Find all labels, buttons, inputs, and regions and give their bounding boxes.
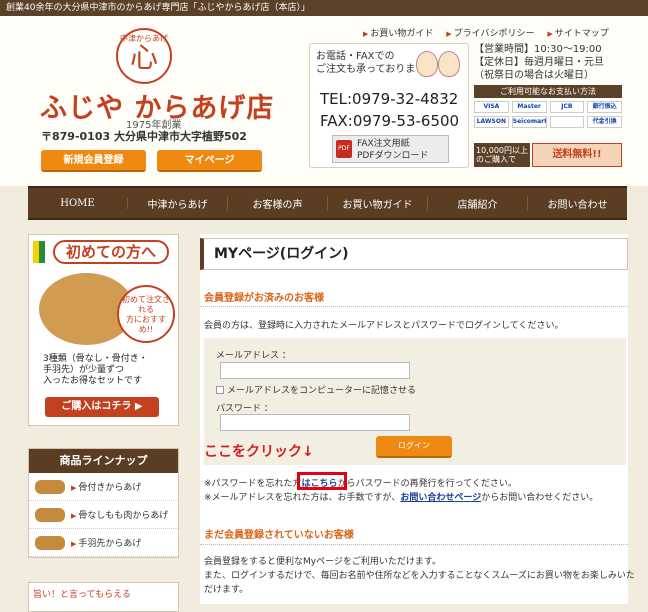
- fax-pdf-download-button[interactable]: PDF FAX注文用紙 PDFダウンロード: [332, 135, 449, 163]
- login-intro: 会員の方は、登録時に入力されたメールアドレスとパスワードでログインしてください。: [204, 321, 564, 331]
- banner-title: 初めての方へ: [53, 240, 169, 264]
- lineup-item-boneless[interactable]: 骨なしもも肉からあげ: [29, 501, 178, 529]
- top-bar-text: 創業40余年の大分県中津市のからあげ専門店「ふじやからあげ店（本店）」: [6, 3, 310, 13]
- lineup-label: 手羽先からあげ: [71, 536, 141, 549]
- payment-seicomart: Seicomart: [511, 116, 547, 128]
- promo-banner[interactable]: 旨い！と言ってもらえる: [28, 582, 179, 612]
- nav-guide[interactable]: お買い物ガイド: [328, 195, 428, 211]
- fax-number: FAX:0979-53-6500: [320, 112, 460, 130]
- payment-master: Master: [511, 101, 547, 113]
- nav-store[interactable]: 店舗紹介: [428, 195, 528, 211]
- banner-recommend: 初めて注文される 方におすすめ!!: [117, 285, 175, 343]
- register-button[interactable]: 新規会員登録: [41, 150, 146, 172]
- nav-home[interactable]: HOME: [28, 197, 128, 209]
- banner-description: 3種類（骨なし・骨付き・ 手羽先）が少量ずつ 入ったお得なセットです: [43, 354, 148, 386]
- banner-buy-button[interactable]: ご購入はコチラ ▶: [45, 397, 159, 417]
- sidebar: 初めての方へ 初めて注文される 方におすすめ!! 3種類（骨なし・骨付き・ 手羽…: [28, 234, 179, 612]
- divider: [200, 306, 628, 307]
- remember-email-label: メールアドレスをコンピューターに記憶させる: [227, 386, 417, 396]
- first-time-banner[interactable]: 初めての方へ 初めて注文される 方におすすめ!! 3種類（骨なし・骨付き・ 手羽…: [28, 234, 179, 426]
- mail-post: からお問い合わせください。: [481, 493, 599, 503]
- payment-lawson: LAWSON: [474, 116, 509, 128]
- beginner-mark-icon: [33, 241, 45, 263]
- payment-header: ご利用可能なお支払い方法: [474, 85, 622, 98]
- main-content: MYページ(ログイン) 会員登録がお済みのお客様 会員の方は、登録時に入力された…: [200, 234, 635, 604]
- top-link-guide[interactable]: お買い物ガイド: [363, 26, 433, 39]
- signup-text-2: また、ログインするだけで、毎回お名前や住所などを入力することなくスムーズにお買い…: [204, 571, 635, 581]
- store-address: 〒879-0103 大分県中津市大字植野502: [41, 130, 247, 143]
- logo-emblem[interactable]: 中津からあげ 心: [116, 28, 172, 84]
- nav-karaage[interactable]: 中津からあげ: [128, 195, 228, 211]
- karaage-thumb-icon: [35, 507, 65, 522]
- mypage-button[interactable]: マイページ: [157, 150, 262, 172]
- free-shipping-banner: 10,000円以上 のご購入で 送料無料!!: [474, 143, 622, 167]
- forgot-email-note: ※メールアドレスを忘れた方は、お手数ですが、お問い合わせページからお問い合わせく…: [204, 490, 598, 503]
- nav-voices[interactable]: お客様の声: [228, 195, 328, 211]
- password-input[interactable]: [220, 414, 410, 431]
- pdf-icon: PDF: [336, 140, 352, 158]
- payment-cod: 代金引換: [587, 116, 622, 128]
- payment-methods: VISA Master JCB 銀行振込 LAWSON Seicomart 代金…: [474, 101, 622, 128]
- shipping-free: 送料無料!!: [532, 143, 622, 167]
- payment-visa: VISA: [474, 101, 509, 113]
- karaage-thumb-icon: [35, 479, 65, 494]
- payment-bank: 銀行振込: [587, 101, 622, 113]
- top-links: お買い物ガイド プライバシポリシー サイトマップ: [363, 26, 619, 39]
- payment-jcb: JCB: [549, 101, 585, 113]
- signup-text-1: 会員登録をすると便利なMyページをご利用いただけます。: [204, 557, 442, 567]
- lineup-item-bone-in[interactable]: 骨付きからあげ: [29, 473, 178, 501]
- lineup-item-wings[interactable]: 手羽先からあげ: [29, 529, 178, 557]
- banner-buy-label: ご購入はコチラ: [61, 401, 132, 412]
- top-bar: 創業40余年の大分県中津市のからあげ専門店「ふじやからあげ店（本店）」: [0, 0, 648, 16]
- click-here-callout: ここをクリック↓: [204, 444, 314, 460]
- fax-pdf-label: FAX注文用紙 PDFダウンロード: [357, 139, 429, 161]
- contact-box: お電話・FAXでの ご注文も承っております。 TEL:0979-32-4832 …: [309, 43, 469, 168]
- signup-text-3: だけます。: [204, 585, 249, 595]
- remember-email-checkbox[interactable]: メールアドレスをコンピューターに記憶させる: [216, 383, 416, 396]
- shipping-threshold: 10,000円以上 のご購入で: [474, 143, 530, 167]
- product-lineup: 商品ラインナップ 骨付きからあげ 骨なしもも肉からあげ 手羽先からあげ: [28, 448, 179, 558]
- business-hours: 【営業時間】10:30～19:00: [474, 44, 602, 55]
- checkbox-icon[interactable]: [216, 385, 224, 394]
- mascot-icon: [414, 49, 462, 83]
- contact-page-link[interactable]: お問い合わせページ: [400, 493, 481, 503]
- nav-contact[interactable]: お問い合わせ: [528, 196, 627, 211]
- email-input[interactable]: [220, 362, 410, 379]
- email-label: メールアドレス ：: [216, 351, 291, 361]
- highlight-box: [297, 472, 347, 490]
- holiday: 【定休日】毎週月曜日・元旦: [474, 57, 604, 68]
- password-label: パスワード ：: [216, 404, 273, 414]
- page-title: MYページ(ログイン): [200, 238, 628, 270]
- karaage-thumb-icon: [35, 535, 65, 550]
- top-link-sitemap[interactable]: サイトマップ: [547, 26, 609, 39]
- logo-kanji: 心: [129, 41, 158, 74]
- section-new-heading: まだ会員登録されていないお客様: [204, 530, 354, 541]
- login-button[interactable]: ログイン: [376, 436, 452, 458]
- forgot-post: からパスワードの再発行を行ってください。: [337, 479, 517, 489]
- promo-text: 旨い！と言ってもらえる: [33, 590, 131, 600]
- top-link-privacy[interactable]: プライバシポリシー: [446, 26, 535, 39]
- forgot-password-note: ※パスワードを忘れた方はこちらからパスワードの再発行を行ってください。: [204, 476, 517, 489]
- lineup-label: 骨なしもも肉からあげ: [71, 508, 168, 521]
- section-members-heading: 会員登録がお済みのお客様: [204, 293, 324, 304]
- mail-pre: ※メールアドレスを忘れた方は、お手数ですが、: [204, 493, 401, 503]
- divider: [200, 544, 628, 545]
- lineup-label: 骨付きからあげ: [71, 480, 141, 493]
- tel-number: TEL:0979-32-4832: [320, 90, 459, 108]
- forgot-pre: ※パスワードを忘れた方: [204, 479, 302, 489]
- lineup-title: 商品ラインナップ: [29, 449, 178, 473]
- holiday-note: （祝祭日の場合は火曜日）: [474, 70, 594, 81]
- main-nav: HOME 中津からあげ お客様の声 お買い物ガイド 店舗紹介 お問い合わせ: [28, 186, 627, 220]
- payment-blank: [549, 116, 585, 128]
